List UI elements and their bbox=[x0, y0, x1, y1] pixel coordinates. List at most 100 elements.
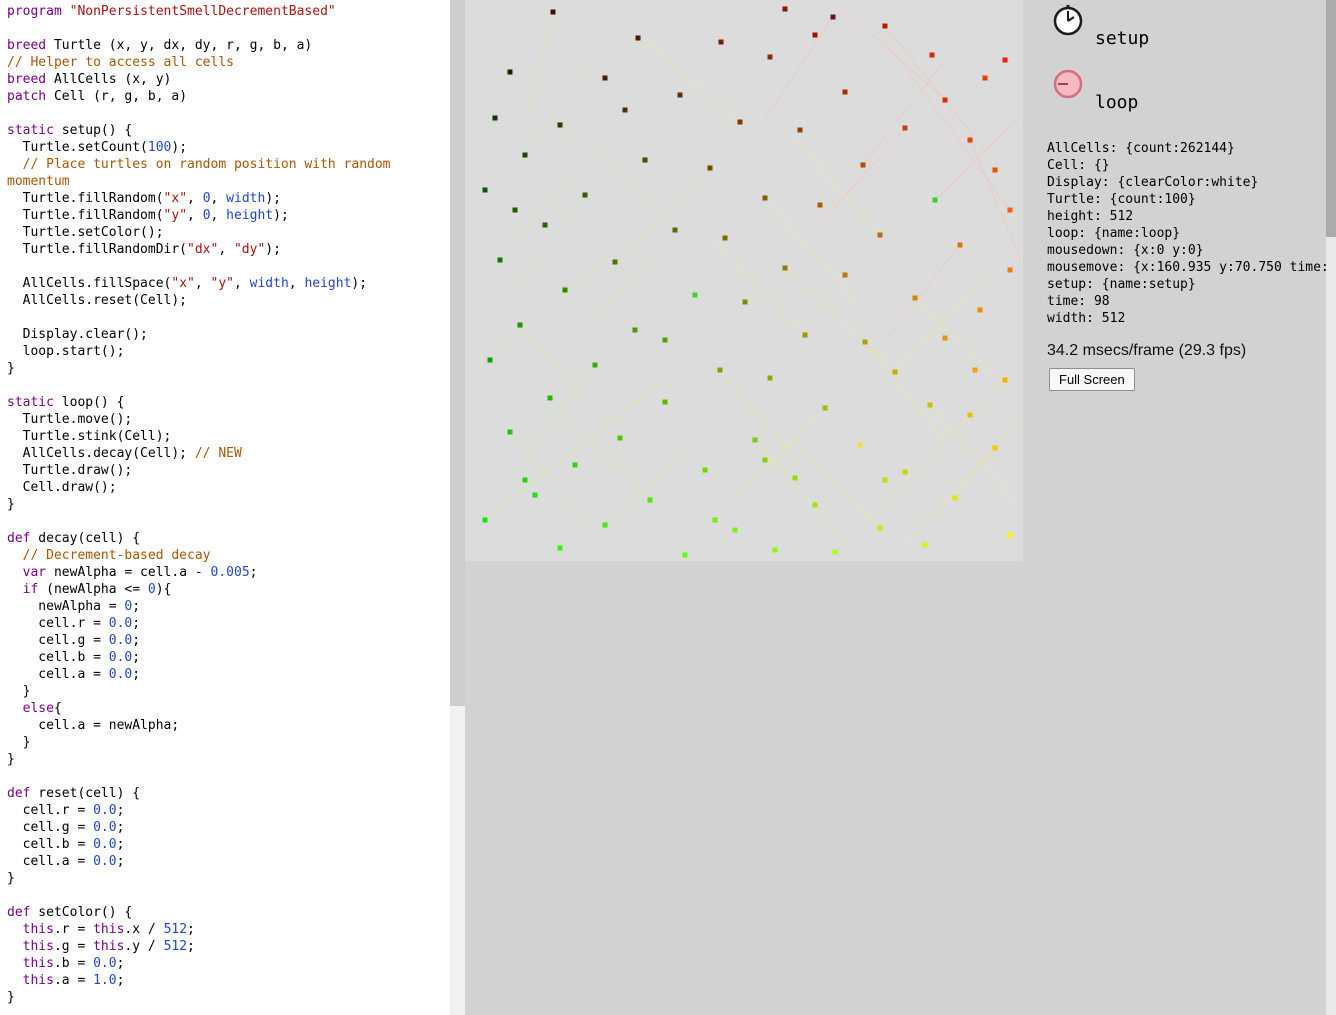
loop-running-icon[interactable] bbox=[1050, 66, 1086, 102]
turtle bbox=[858, 443, 863, 448]
turtle bbox=[878, 526, 883, 531]
turtle-trail bbox=[885, 26, 985, 150]
status-line: mousedown: {x:0 y:0} bbox=[1047, 242, 1326, 259]
turtle-trail bbox=[560, 125, 665, 210]
turtle bbox=[803, 333, 808, 338]
code-line: cell.g = 0.0; bbox=[7, 819, 450, 836]
turtle-trail bbox=[525, 365, 595, 460]
turtle-trail bbox=[520, 325, 605, 420]
turtle bbox=[523, 478, 528, 483]
code-line bbox=[7, 377, 450, 394]
code-line: AllCells.fillSpace("x", "y", width, heig… bbox=[7, 275, 450, 292]
page-scrollbar[interactable] bbox=[1326, 0, 1336, 1015]
turtle-trail bbox=[720, 370, 805, 470]
code-line: } bbox=[7, 734, 450, 751]
code-line: // Decrement-based decay bbox=[7, 547, 450, 564]
code-line: def decay(cell) { bbox=[7, 530, 450, 547]
turtle bbox=[483, 188, 488, 193]
turtle-trail bbox=[815, 128, 905, 230]
turtle-trail bbox=[645, 40, 740, 122]
simulation-canvas[interactable] bbox=[465, 0, 1023, 561]
code-line: // Helper to access all cells bbox=[7, 54, 450, 71]
turtle bbox=[663, 400, 668, 405]
setup-clock-icon[interactable] bbox=[1050, 2, 1086, 38]
turtle-trail bbox=[525, 12, 553, 130]
turtle bbox=[488, 358, 493, 363]
turtle bbox=[683, 553, 688, 558]
turtle bbox=[933, 198, 938, 203]
code-line: } bbox=[7, 683, 450, 700]
turtle bbox=[773, 548, 778, 553]
code-line: cell.a = 0.0; bbox=[7, 666, 450, 683]
turtle bbox=[831, 15, 836, 20]
turtle-trail bbox=[863, 60, 945, 165]
code-line: else{ bbox=[7, 700, 450, 717]
turtle bbox=[738, 120, 743, 125]
turtle bbox=[823, 406, 828, 411]
turtle bbox=[968, 138, 973, 143]
turtle bbox=[719, 40, 724, 45]
turtle bbox=[783, 7, 788, 12]
turtle-trail bbox=[955, 420, 1017, 498]
page-scrollbar-thumb[interactable] bbox=[1326, 0, 1336, 237]
turtle-trail bbox=[735, 408, 825, 500]
code-line: breed Turtle (x, y, dx, dy, r, g, b, a) bbox=[7, 37, 450, 54]
loop-button-label[interactable]: loop bbox=[1095, 92, 1138, 114]
setup-button[interactable]: setup bbox=[1047, 2, 1277, 64]
code-line bbox=[7, 258, 450, 275]
code-line bbox=[7, 309, 450, 326]
turtle-trail bbox=[585, 230, 675, 330]
turtle bbox=[953, 496, 958, 501]
turtle bbox=[768, 376, 773, 381]
turtle-trail bbox=[485, 380, 665, 520]
turtle bbox=[583, 193, 588, 198]
turtle-trail bbox=[765, 17, 833, 120]
turtle bbox=[498, 258, 503, 263]
turtle bbox=[843, 273, 848, 278]
code-line: cell.g = 0.0; bbox=[7, 632, 450, 649]
turtle bbox=[603, 523, 608, 528]
turtle bbox=[543, 223, 548, 228]
code-line: } bbox=[7, 751, 450, 768]
code-line: Turtle.fillRandom("x", 0, width); bbox=[7, 190, 450, 207]
turtle bbox=[733, 528, 738, 533]
turtle-trail bbox=[560, 420, 650, 500]
turtle bbox=[768, 55, 773, 60]
turtle bbox=[663, 338, 668, 343]
code-line: def reset(cell) { bbox=[7, 785, 450, 802]
turtle-trail bbox=[930, 405, 1015, 500]
turtle bbox=[518, 323, 523, 328]
turtle-trail bbox=[935, 120, 1017, 200]
turtle bbox=[833, 550, 838, 555]
loop-button[interactable]: loop bbox=[1047, 66, 1277, 128]
code-line: Turtle.setCount(100); bbox=[7, 139, 450, 156]
turtle bbox=[603, 76, 608, 81]
code-line bbox=[7, 768, 450, 785]
turtle bbox=[523, 153, 528, 158]
code-line: Turtle.setColor(); bbox=[7, 224, 450, 241]
code-line: program "NonPersistentSmellDecrementBase… bbox=[7, 3, 450, 20]
code-line: cell.a = 0.0; bbox=[7, 853, 450, 870]
editor-scrollbar[interactable] bbox=[450, 0, 465, 1015]
status-line: height: 512 bbox=[1047, 208, 1326, 225]
turtle bbox=[753, 438, 758, 443]
turtle-trail bbox=[500, 170, 575, 260]
turtle bbox=[943, 336, 948, 341]
code-line: // Place turtles on random position with… bbox=[7, 156, 450, 173]
turtle-trail bbox=[885, 40, 1010, 210]
turtle bbox=[878, 233, 883, 238]
turtle bbox=[863, 340, 868, 345]
turtle bbox=[573, 463, 578, 468]
setup-button-label[interactable]: setup bbox=[1095, 28, 1149, 50]
turtle-trail bbox=[755, 440, 845, 540]
code-editor[interactable]: program "NonPersistentSmellDecrementBase… bbox=[0, 0, 450, 1015]
turtle bbox=[593, 363, 598, 368]
simulation-svg bbox=[465, 0, 1023, 561]
code-line: this.b = 0.0; bbox=[7, 955, 450, 972]
code-line: cell.b = 0.0; bbox=[7, 649, 450, 666]
editor-scrollbar-thumb[interactable] bbox=[450, 0, 465, 706]
fullscreen-button[interactable]: Full Screen bbox=[1049, 368, 1135, 391]
turtle bbox=[993, 168, 998, 173]
turtle bbox=[883, 478, 888, 483]
status-line: Display: {clearColor:white} bbox=[1047, 174, 1326, 191]
